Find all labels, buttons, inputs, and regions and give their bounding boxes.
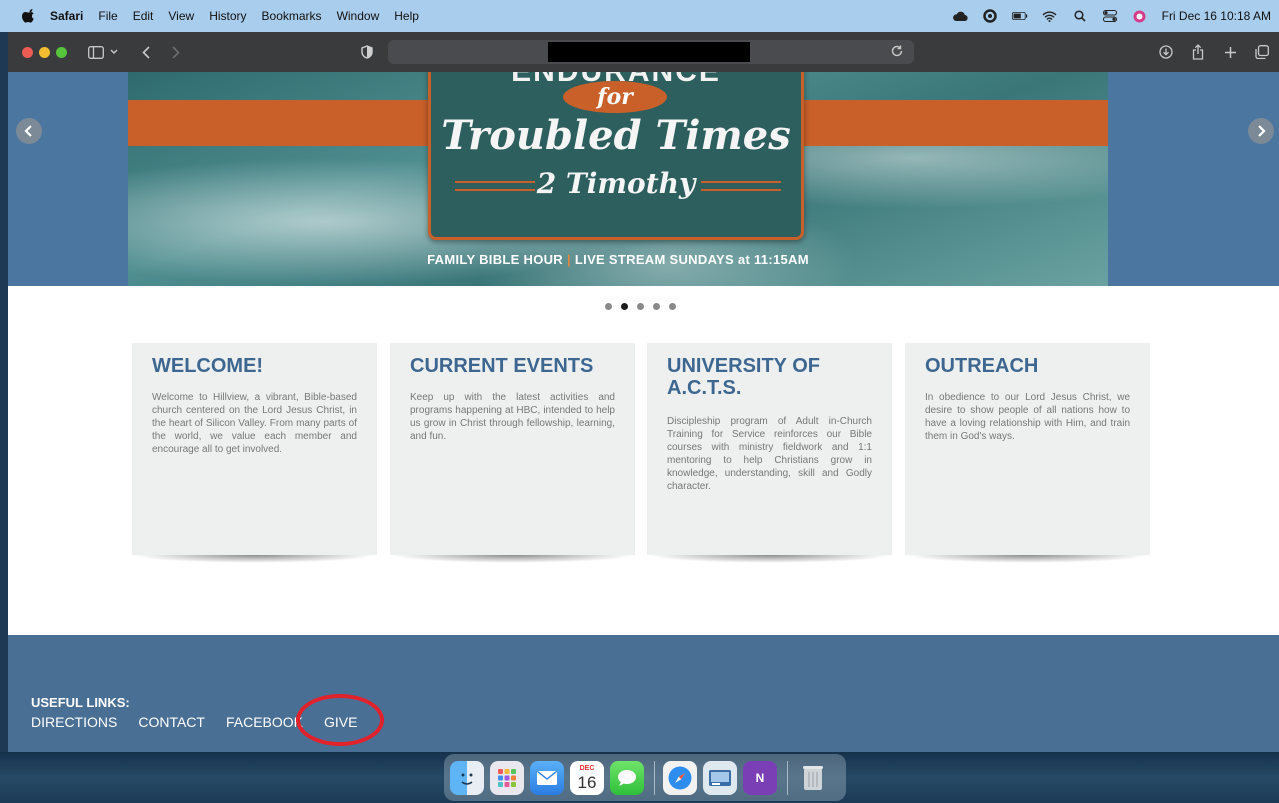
card-title[interactable]: UNIVERSITY OF A.C.T.S.: [667, 355, 872, 399]
poster-title: Troubled Times: [441, 112, 791, 159]
carousel-dot-5[interactable]: [669, 303, 676, 310]
toolbar-right-actions: [1143, 32, 1271, 72]
menu-history[interactable]: History: [209, 9, 246, 23]
sermon-poster: ENDURANCE for Troubled Times 2 Timothy: [428, 72, 804, 240]
carousel-dot-3[interactable]: [637, 303, 644, 310]
menu-status-area: Fri Dec 16 10:18 AM: [938, 0, 1271, 32]
card-shadow: [132, 555, 377, 563]
forward-icon[interactable]: [167, 43, 185, 61]
minimize-window-button[interactable]: [39, 46, 50, 58]
dock-separator: [787, 760, 788, 795]
back-icon[interactable]: [137, 43, 155, 61]
carousel-dot-4[interactable]: [653, 303, 660, 310]
card-body: Discipleship program of Adult in-Church …: [667, 416, 872, 492]
card-title[interactable]: OUTREACH: [925, 355, 1130, 377]
menu-help[interactable]: Help: [394, 9, 419, 23]
web-page: ENDURANCE for Troubled Times 2 Timothy F…: [8, 72, 1279, 752]
menu-window[interactable]: Window: [337, 9, 380, 23]
preview-icon[interactable]: [703, 760, 737, 795]
card-title[interactable]: CURRENT EVENTS: [410, 355, 615, 377]
give-highlight-circle: [296, 694, 384, 746]
cloud-icon[interactable]: [952, 9, 968, 23]
finder-icon[interactable]: [450, 760, 484, 795]
link-facebook[interactable]: FACEBOOK: [226, 714, 303, 730]
privacy-shield-icon[interactable]: [358, 43, 376, 61]
card-body: Keep up with the latest activities and p…: [410, 392, 615, 442]
hero-caption-separator: |: [566, 252, 571, 267]
mail-icon[interactable]: [530, 760, 564, 795]
sidebar-toggle-icon[interactable]: [87, 43, 105, 61]
card-welcome[interactable]: WELCOME! Welcome to Hillview, a vibrant,…: [132, 343, 377, 563]
dock-separator: [654, 760, 655, 795]
hero-banner-image[interactable]: ENDURANCE for Troubled Times 2 Timothy F…: [128, 72, 1108, 286]
apple-logo-icon[interactable]: [22, 9, 36, 23]
new-tab-icon[interactable]: [1221, 43, 1239, 61]
menu-app-name[interactable]: Safari: [50, 9, 83, 23]
card-body: In obedience to our Lord Jesus Christ, w…: [925, 392, 1130, 442]
calendar-icon[interactable]: DEC 16: [570, 760, 604, 795]
carousel-dot-1[interactable]: [605, 303, 612, 310]
useful-links-heading: USEFUL LINKS:: [31, 695, 130, 710]
link-contact[interactable]: CONTACT: [138, 714, 205, 730]
share-icon[interactable]: [1189, 43, 1207, 61]
address-bar[interactable]: [388, 40, 914, 64]
poster-for-text: for: [563, 81, 667, 113]
calendar-day: 16: [577, 772, 597, 792]
zoom-window-button[interactable]: [56, 46, 67, 58]
messages-icon[interactable]: [610, 760, 644, 795]
wifi-icon[interactable]: [1042, 9, 1058, 23]
site-footer: USEFUL LINKS: DIRECTIONS CONTACT FACEBOO…: [8, 635, 1279, 752]
close-window-button[interactable]: [22, 46, 33, 58]
card-current-events[interactable]: CURRENT EVENTS Keep up with the latest a…: [390, 343, 635, 563]
safari-icon[interactable]: [663, 760, 697, 795]
card-body: Welcome to Hillview, a vibrant, Bible-ba…: [152, 392, 357, 455]
card-shadow: [905, 555, 1150, 563]
menu-clock[interactable]: Fri Dec 16 10:18 AM: [1162, 9, 1271, 23]
hero-caption-left: FAMILY BIBLE HOUR: [427, 252, 563, 267]
card-shadow: [390, 555, 635, 563]
macos-menu-bar: Safari File Edit View History Bookmarks …: [0, 0, 1279, 32]
card-university-of-acts[interactable]: UNIVERSITY OF A.C.T.S. Discipleship prog…: [647, 343, 892, 563]
menu-view[interactable]: View: [168, 9, 194, 23]
onenote-icon[interactable]: N: [743, 760, 777, 795]
desktop-background: DEC 16 N: [0, 752, 1279, 803]
tab-overview-icon[interactable]: [1253, 43, 1271, 61]
safari-toolbar: [8, 32, 1279, 72]
siri-icon[interactable]: [1132, 9, 1148, 23]
hero-carousel: ENDURANCE for Troubled Times 2 Timothy F…: [8, 72, 1279, 286]
redacted-url: [548, 42, 750, 62]
calendar-month: DEC: [579, 764, 595, 772]
card-shadow: [647, 555, 892, 563]
link-directions[interactable]: DIRECTIONS: [31, 714, 117, 730]
launchpad-icon[interactable]: [490, 760, 524, 795]
chevron-down-icon[interactable]: [109, 43, 119, 61]
downloads-icon[interactable]: [1157, 43, 1175, 61]
trash-icon[interactable]: [796, 761, 830, 795]
carousel-next-button[interactable]: [1248, 118, 1274, 144]
battery-icon[interactable]: [1011, 9, 1028, 23]
menu-file[interactable]: File: [98, 9, 117, 23]
control-center-icon[interactable]: [1102, 9, 1118, 23]
card-outreach[interactable]: OUTREACH In obedience to our Lord Jesus …: [905, 343, 1150, 563]
focus-icon[interactable]: [982, 9, 998, 23]
card-title[interactable]: WELCOME!: [152, 355, 357, 377]
carousel-indicators: [605, 303, 685, 310]
carousel-prev-button[interactable]: [16, 118, 42, 144]
poster-subtitle: 2 Timothy: [536, 167, 696, 200]
hero-caption: FAMILY BIBLE HOUR | LIVE STREAM SUNDAYS at…: [398, 252, 838, 267]
dock: DEC 16 N: [444, 754, 846, 801]
menu-edit[interactable]: Edit: [133, 9, 154, 23]
search-icon[interactable]: [1072, 9, 1088, 23]
hero-caption-right: LIVE STREAM SUNDAYS at 11:15AM: [574, 252, 809, 267]
reload-icon[interactable]: [890, 44, 906, 60]
menu-bookmarks[interactable]: Bookmarks: [262, 9, 322, 23]
carousel-dot-2[interactable]: [621, 303, 628, 310]
